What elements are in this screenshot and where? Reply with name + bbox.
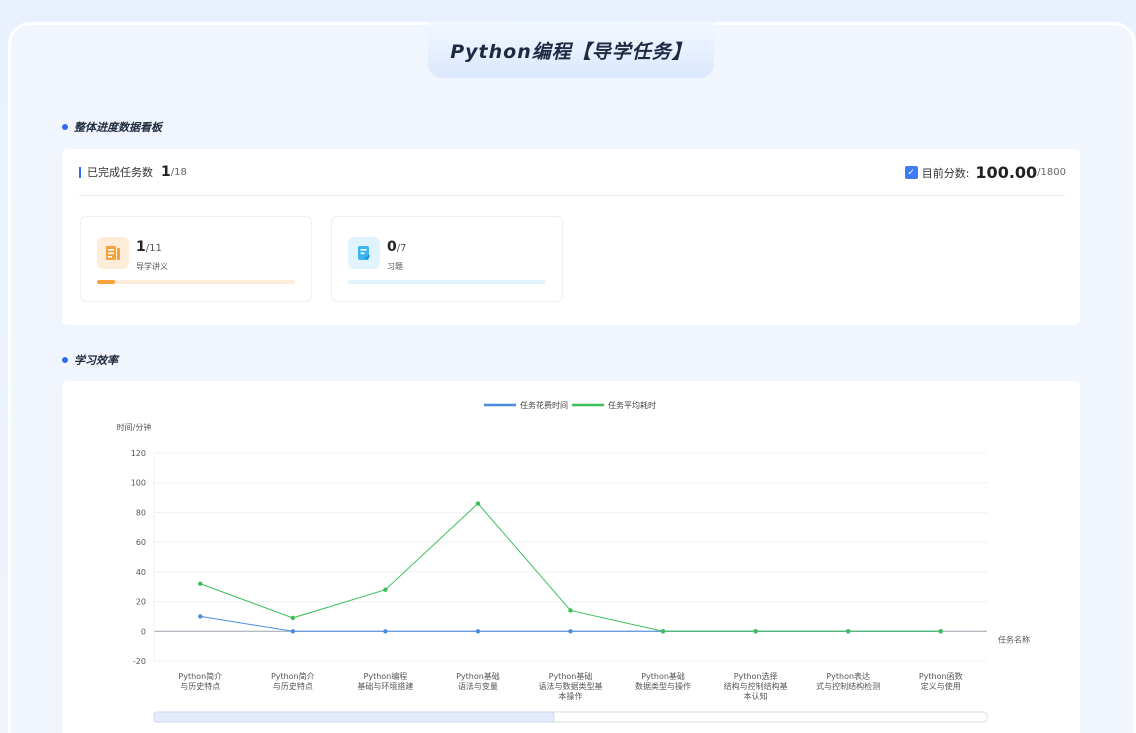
y-tick-label: 120	[131, 449, 146, 458]
x-tick-label: Python函数	[919, 671, 963, 681]
efficiency-card: -20 0 20 40 60 80 100 120 时间/分钟 任务名称 Python简介 与历史特点…	[62, 381, 1080, 733]
score-value: 100.00	[975, 163, 1038, 182]
data-point	[475, 629, 481, 634]
y-tick-label: 80	[136, 508, 146, 517]
overview-card: 已完成任务数 1 /18 ✓ 目前分数: 100.00 /1800 1/11 导…	[62, 149, 1080, 325]
section-dot	[62, 357, 68, 363]
x-tick-label: Python简介	[271, 671, 315, 681]
data-point	[753, 629, 758, 634]
data-point	[290, 629, 296, 634]
x-tick-label: Python简介	[178, 671, 222, 681]
x-tick-label: 语法与变量	[458, 681, 498, 691]
data-point	[475, 501, 481, 506]
x-tick-label: 语法与数据类型基	[539, 681, 603, 691]
data-point	[568, 608, 573, 613]
y-tick-label: 40	[136, 568, 146, 577]
series-line	[200, 615, 941, 632]
x-tick-label: 结构与控制结构基	[724, 681, 788, 691]
data-point	[845, 629, 851, 634]
stat-value: 1/11	[136, 239, 162, 255]
section-dot	[62, 124, 68, 130]
y-tick-label: 20	[136, 598, 146, 607]
x-axis-label: 任务名称	[998, 634, 1030, 644]
score-total: /1800	[1037, 167, 1066, 178]
y-tick-label: -20	[133, 657, 146, 666]
legend-label: 任务平均耗时	[608, 400, 656, 410]
x-tick-label: Python选择	[734, 671, 778, 681]
x-tick-label: Python编程	[364, 671, 408, 681]
stat-label: 导学讲义	[136, 262, 168, 271]
data-point	[568, 629, 573, 634]
data-point	[383, 629, 388, 634]
line-chart: -20020406080100120时间/分钟任务名称Python简介与历史特点…	[117, 400, 1030, 723]
data-point	[938, 629, 943, 634]
x-tick-label: 基础与环境搭建	[357, 681, 413, 691]
x-tick-label: 定义与使用	[921, 681, 961, 691]
completed-value: 1	[161, 164, 171, 180]
y-axis-label: 时间/分钟	[117, 422, 152, 432]
stat-value: 0/7	[387, 239, 407, 255]
stat-label: 习题	[387, 262, 403, 271]
stat-card-lectures[interactable]: 1/11 导学讲义	[80, 216, 312, 302]
x-tick-label: Python基础	[549, 671, 593, 681]
zoom-scrollbar-handle[interactable]	[153, 711, 555, 723]
data-point	[660, 629, 666, 634]
stat-card-exercises[interactable]: 0/7 习题	[331, 216, 563, 302]
y-tick-label: 100	[131, 479, 146, 488]
section-efficiency-title: 学习效率	[62, 352, 118, 368]
y-tick-label: 60	[136, 538, 146, 547]
x-tick-label: Python基础	[641, 671, 685, 681]
x-tick-label: 本操作	[559, 691, 583, 701]
section-overview-label: 整体进度数据看板	[74, 121, 162, 134]
data-point	[383, 587, 388, 592]
progress-bar	[348, 280, 546, 284]
section-overview-title: 整体进度数据看板	[62, 119, 162, 135]
data-point	[198, 581, 203, 586]
y-tick-label: 0	[141, 627, 146, 636]
x-tick-label: 数据类型与操作	[635, 681, 691, 691]
completed-label: 已完成任务数	[87, 166, 153, 179]
score-block: ✓ 目前分数: 100.00 /1800	[904, 149, 1066, 196]
x-tick-label: Python基础	[456, 671, 500, 681]
data-point	[290, 615, 296, 621]
x-tick-label: 与历史特点	[180, 681, 220, 691]
page-title: Python编程【导学任务】	[428, 22, 714, 78]
x-tick-label: 本认知	[744, 691, 768, 701]
exercise-icon	[348, 237, 380, 269]
progress-bar	[97, 280, 295, 284]
document-icon	[97, 237, 129, 269]
section-efficiency-label: 学习效率	[74, 354, 118, 367]
x-tick-label: 与历史特点	[273, 681, 313, 691]
completed-total: /18	[170, 166, 187, 178]
x-tick-label: Python表达	[826, 671, 870, 681]
progress-fill	[97, 280, 115, 284]
legend-label: 任务花费时间	[520, 400, 568, 410]
data-point	[198, 614, 203, 619]
header-accent-bar	[79, 166, 81, 178]
check-badge-icon: ✓	[904, 166, 918, 179]
x-tick-label: 式与控制结构检测	[816, 681, 880, 691]
score-label: 目前分数:	[921, 166, 970, 180]
